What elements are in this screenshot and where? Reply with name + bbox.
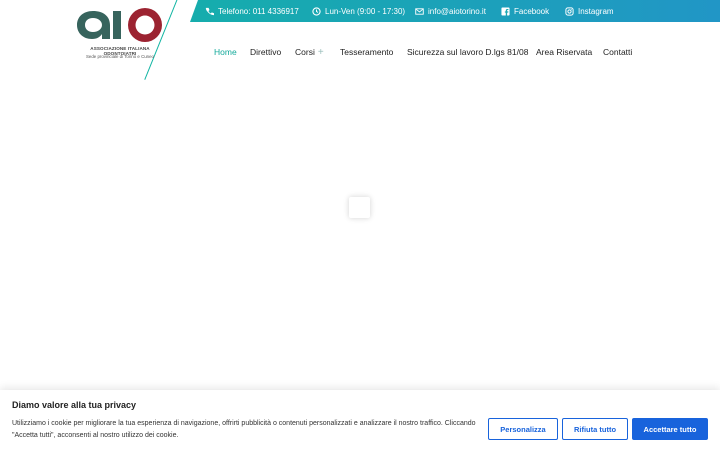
facebook-icon: [500, 6, 510, 16]
nav-item-tesseramento[interactable]: Tesseramento: [340, 47, 393, 59]
nav-item-area-riservata[interactable]: Area Riservata: [536, 47, 592, 59]
email-label: info@aiotorino.it: [428, 6, 486, 16]
logo-location: Sede provinciale di Torino e Cuneo: [85, 54, 155, 59]
phone-icon: [204, 6, 214, 16]
nav-item-corsi-label: Corsi: [295, 47, 315, 57]
nav-item-direttivo[interactable]: Direttivo: [250, 47, 281, 59]
plus-icon: +: [317, 47, 324, 58]
cookie-title: Diamo valore alla tua privacy: [12, 400, 137, 410]
phone-link[interactable]: Telefono: 011 4336917: [204, 0, 299, 22]
reject-all-button[interactable]: Rifiuta tutto: [562, 418, 628, 440]
cookie-banner: Diamo valore alla tua privacy Utilizziam…: [0, 390, 720, 450]
loading-spinner: [349, 197, 370, 218]
clock-icon: [311, 6, 321, 16]
facebook-link[interactable]: Facebook: [500, 0, 549, 22]
cookie-text: Utilizziamo i cookie per migliorare la t…: [12, 420, 476, 439]
nav-item-sicurezza[interactable]: Sicurezza sul lavoro D.lgs 81/08: [407, 47, 528, 59]
email-link[interactable]: info@aiotorino.it: [414, 0, 486, 22]
nav-item-home[interactable]: Home: [214, 47, 237, 59]
hours-info: Lun-Ven (9:00 - 17:30): [311, 0, 405, 22]
customize-button[interactable]: Personalizza: [488, 418, 558, 440]
nav-item-contatti[interactable]: Contatti: [603, 47, 632, 59]
phone-label: Telefono: 011 4336917: [218, 6, 299, 16]
nav-item-corsi[interactable]: Corsi +: [295, 47, 324, 59]
instagram-link[interactable]: Instagram: [564, 0, 614, 22]
facebook-label: Facebook: [514, 6, 550, 16]
hours-label: Lun-Ven (9:00 - 17:30): [325, 6, 406, 16]
instagram-label: Instagram: [578, 6, 614, 16]
accept-all-button[interactable]: Accettare tutto: [632, 418, 708, 440]
instagram-icon: [564, 6, 574, 16]
mail-icon: [414, 6, 424, 16]
